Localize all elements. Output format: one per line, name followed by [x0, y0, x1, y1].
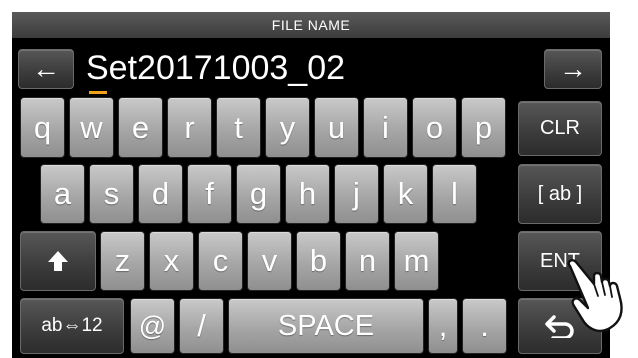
- key-slash[interactable]: /: [179, 298, 224, 354]
- key-p[interactable]: p: [461, 97, 506, 158]
- shift-up-arrow-icon: [48, 251, 68, 271]
- key-k[interactable]: k: [383, 164, 428, 224]
- file-name-screen: FILE NAME ← Set20171003_02 → q w e r t y…: [12, 12, 610, 358]
- screen-title: FILE NAME: [12, 12, 610, 38]
- key-r[interactable]: r: [167, 97, 212, 158]
- key-comma[interactable]: ,: [428, 298, 458, 354]
- key-s[interactable]: s: [89, 164, 134, 224]
- left-arrow-icon: ←: [32, 53, 60, 84]
- key-n[interactable]: n: [345, 231, 390, 291]
- space-key[interactable]: SPACE: [228, 298, 424, 354]
- filename-input-row: ← Set20171003_02 →: [12, 41, 610, 97]
- key-e[interactable]: e: [118, 97, 163, 158]
- key-f[interactable]: f: [187, 164, 232, 224]
- key-z[interactable]: z: [100, 231, 145, 291]
- key-h[interactable]: h: [285, 164, 330, 224]
- key-t[interactable]: t: [216, 97, 261, 158]
- key-i[interactable]: i: [363, 97, 408, 158]
- key-x[interactable]: x: [149, 231, 194, 291]
- text-cursor: [89, 91, 107, 94]
- key-b[interactable]: b: [296, 231, 341, 291]
- key-c[interactable]: c: [198, 231, 243, 291]
- key-l[interactable]: l: [432, 164, 477, 224]
- key-y[interactable]: y: [265, 97, 310, 158]
- key-at[interactable]: @: [130, 298, 175, 354]
- key-d[interactable]: d: [138, 164, 183, 224]
- key-g[interactable]: g: [236, 164, 281, 224]
- pointing-hand-icon: [567, 259, 623, 333]
- mode-toggle-button[interactable]: ab⇔12: [20, 298, 124, 354]
- key-q[interactable]: q: [20, 97, 65, 158]
- cursor-left-button[interactable]: ←: [18, 49, 74, 89]
- key-j[interactable]: j: [334, 164, 379, 224]
- key-o[interactable]: o: [412, 97, 457, 158]
- key-w[interactable]: w: [69, 97, 114, 158]
- filename-input[interactable]: Set20171003_02: [86, 48, 345, 88]
- key-v[interactable]: v: [247, 231, 292, 291]
- key-u[interactable]: u: [314, 97, 359, 158]
- cursor-right-button[interactable]: →: [544, 49, 602, 89]
- clr-button[interactable]: CLR: [518, 101, 602, 156]
- key-a[interactable]: a: [40, 164, 85, 224]
- shift-button[interactable]: [20, 231, 96, 291]
- ab-button[interactable]: [ ab ]: [518, 164, 602, 224]
- key-period[interactable]: .: [462, 298, 507, 354]
- key-m[interactable]: m: [394, 231, 439, 291]
- right-arrow-icon: →: [559, 53, 587, 84]
